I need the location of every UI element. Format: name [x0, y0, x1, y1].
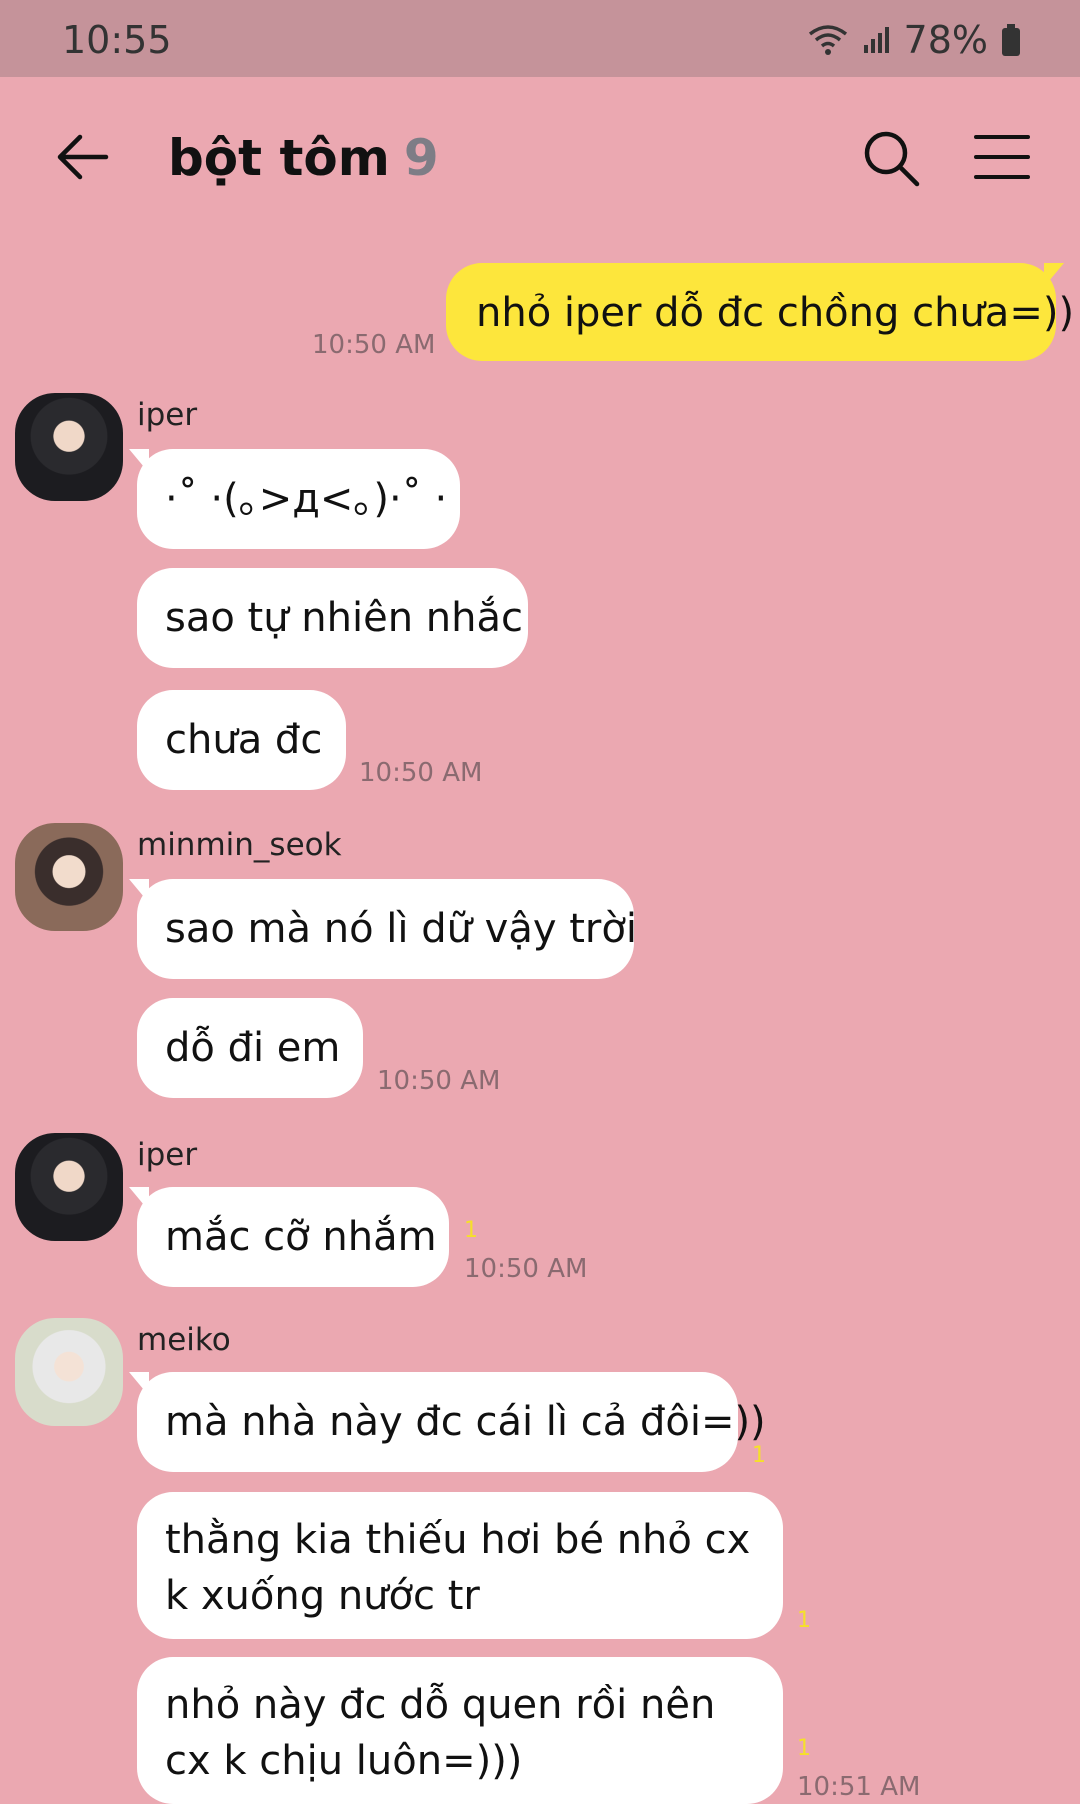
unread-count: 1 [797, 1736, 811, 1761]
sender-name: iper [137, 397, 198, 433]
avatar-minmin-seok[interactable] [15, 823, 123, 931]
unread-count: 1 [464, 1218, 478, 1243]
status-icons: 78% [806, 18, 1022, 62]
status-time: 10:55 [62, 18, 172, 62]
sender-name: minmin_seok [137, 827, 342, 863]
message-bubble[interactable]: sao mà nó lì dữ vậy trời [129, 879, 637, 979]
chat-title[interactable]: bột tôm 9 [168, 129, 439, 187]
sender-name: meiko [137, 1322, 231, 1358]
message-time: 10:50 AM [312, 330, 436, 360]
signal-icon [863, 27, 889, 53]
avatar-iper[interactable] [15, 393, 123, 501]
avatar-meiko[interactable] [15, 1318, 123, 1426]
my-message-bubble[interactable]: nhỏ iper dỗ đc chồng chưa=)) [446, 263, 1074, 361]
chat-name: bột tôm [168, 129, 390, 187]
chat-header: bột tôm 9 [0, 77, 1080, 237]
sender-name: iper [137, 1137, 198, 1173]
avatar-iper[interactable] [15, 1133, 123, 1241]
message-bubble[interactable]: chưa đc [137, 690, 346, 790]
message-time: 10:50 AM [377, 1066, 501, 1096]
unread-count: 1 [752, 1443, 766, 1468]
message-time: 10:50 AM [464, 1254, 588, 1284]
message-bubble[interactable]: sao tự nhiên nhắc [137, 568, 528, 668]
message-bubble[interactable]: dỗ đi em [137, 998, 363, 1098]
search-icon[interactable] [860, 127, 922, 189]
message-time: 10:51 AM [797, 1772, 921, 1802]
wifi-icon [808, 25, 847, 55]
status-bar: 10:55 78% [0, 0, 1080, 77]
message-bubble[interactable]: mà nhà này đc cái lì cả đôi=)) [129, 1372, 766, 1472]
message-bubble[interactable]: nhỏ này đc dỗ quen rồi nên cx k chịu luô… [137, 1657, 783, 1804]
member-count: 9 [403, 129, 439, 187]
message-bubble[interactable]: mắc cỡ nhắm [129, 1187, 449, 1287]
battery-percent: 78% [903, 18, 988, 62]
message-time: 10:50 AM [359, 758, 483, 788]
arrow-left-icon[interactable] [52, 127, 112, 187]
battery-icon [1002, 24, 1020, 56]
hamburger-menu-icon[interactable] [972, 132, 1032, 182]
message-bubble[interactable]: ·˚ ·(｡>д<｡)·˚ · [129, 449, 460, 549]
unread-count: 1 [797, 1608, 811, 1633]
message-bubble[interactable]: thằng kia thiếu hơi bé nhỏ cx k xuống nư… [137, 1492, 783, 1639]
